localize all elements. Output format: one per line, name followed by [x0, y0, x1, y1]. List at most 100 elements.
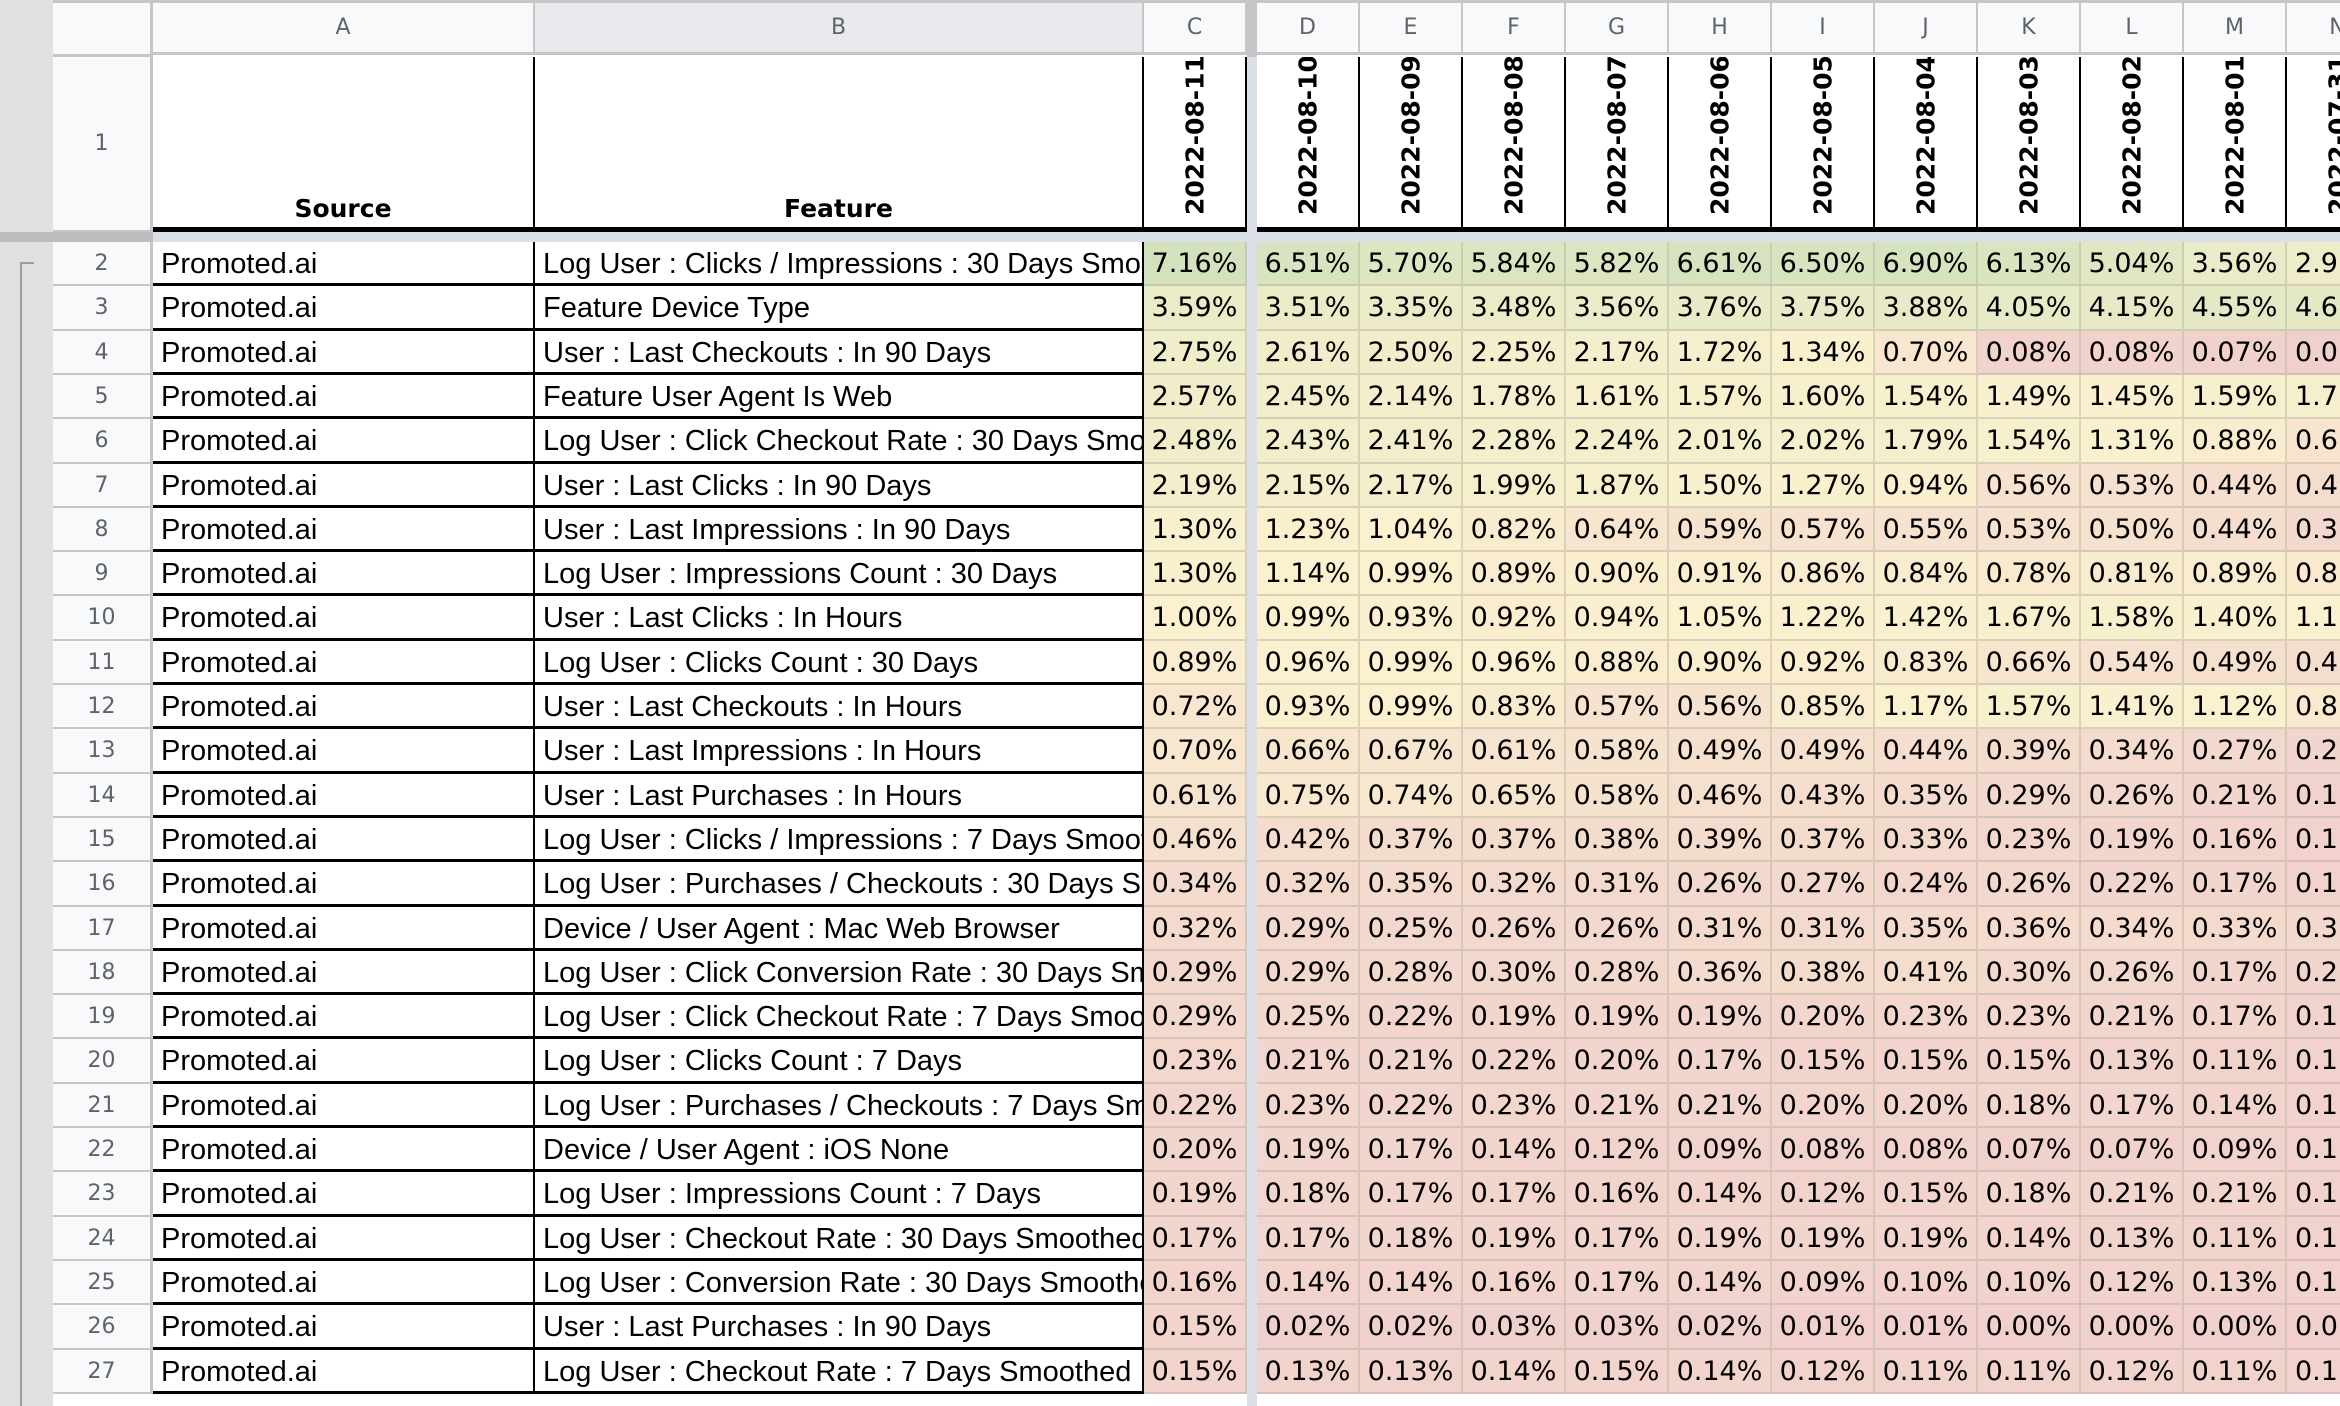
value-cell[interactable]: 0.92% [1772, 641, 1875, 685]
value-cell[interactable]: 0.34% [1144, 862, 1247, 907]
value-cell[interactable]: 6.61% [1669, 242, 1772, 286]
value-cell[interactable]: 0.54% [2081, 641, 2184, 685]
value-cell[interactable]: 0.23% [1463, 1084, 1566, 1128]
value-cell[interactable]: 0.00% [2081, 1305, 2184, 1350]
value-cell[interactable]: 0.92% [1463, 596, 1566, 641]
value-cell[interactable]: 0.17% [2184, 862, 2287, 907]
value-cell[interactable]: 1.60% [1772, 375, 1875, 419]
value-cell[interactable]: 0.75% [1257, 774, 1360, 818]
value-cell[interactable]: 0.70% [1144, 729, 1247, 774]
value-cell[interactable]: 1.87% [1566, 464, 1669, 508]
feature-cell[interactable]: Log User : Checkout Rate : 30 Days Smoot… [535, 1217, 1144, 1261]
value-cell[interactable]: 0.37% [1772, 818, 1875, 862]
value-cell[interactable]: 0.36% [1978, 907, 2081, 951]
value-cell[interactable]: 2.17% [1360, 464, 1463, 508]
value-cell[interactable]: 0.13% [2081, 1039, 2184, 1084]
value-cell[interactable]: 0.19% [1463, 995, 1566, 1039]
value-cell[interactable]: 0.50% [2081, 508, 2184, 552]
value-cell[interactable]: 4.15% [2081, 286, 2184, 331]
value-cell[interactable]: 0.11% [2184, 1350, 2287, 1394]
value-cell[interactable]: 0.41% [1875, 951, 1978, 995]
value-cell[interactable]: 0.44% [2184, 508, 2287, 552]
value-cell[interactable]: 0.29% [1257, 951, 1360, 995]
row-header[interactable]: 12 [53, 685, 153, 729]
value-cell[interactable]: 0.14% [1669, 1350, 1772, 1394]
value-cell[interactable]: 0.22% [1360, 995, 1463, 1039]
value-cell[interactable]: 0.38% [1566, 818, 1669, 862]
feature-cell[interactable]: User : Last Clicks : In Hours [535, 596, 1144, 641]
value-cell[interactable]: 0.26% [2081, 951, 2184, 995]
column-header-i[interactable]: I [1772, 0, 1875, 55]
value-cell[interactable]: 0.07% [1978, 1128, 2081, 1172]
value-cell[interactable]: 0.33% [1875, 818, 1978, 862]
row-header[interactable]: 8 [53, 508, 153, 552]
source-cell[interactable]: Promoted.ai [153, 1305, 535, 1350]
value-cell[interactable]: 0.14% [1978, 1217, 2081, 1261]
feature-cell[interactable]: Log User : Clicks / Impressions : 7 Days… [535, 818, 1144, 862]
value-cell[interactable]: 0.84% [1875, 552, 1978, 596]
value-cell[interactable]: 0.19% [1566, 995, 1669, 1039]
value-cell[interactable]: 5.04% [2081, 242, 2184, 286]
value-cell[interactable]: 1.54% [1875, 375, 1978, 419]
value-cell[interactable]: 0.13% [1257, 1350, 1360, 1394]
value-cell[interactable]: 0.32% [1144, 907, 1247, 951]
value-cell[interactable]: 2.57% [1144, 375, 1247, 419]
value-cell[interactable]: 0.26% [1566, 907, 1669, 951]
value-cell[interactable]: 0.22% [1360, 1084, 1463, 1128]
feature-cell[interactable]: User : Last Purchases : In Hours [535, 774, 1144, 818]
source-cell[interactable]: Promoted.ai [153, 242, 535, 286]
value-cell[interactable]: 0.14% [1257, 1261, 1360, 1305]
value-cell[interactable]: 0.57% [1772, 508, 1875, 552]
feature-cell[interactable]: User : Last Impressions : In Hours [535, 729, 1144, 774]
value-cell[interactable]: 2.45% [1257, 375, 1360, 419]
source-cell[interactable]: Promoted.ai [153, 729, 535, 774]
row-header[interactable]: 7 [53, 464, 153, 508]
source-cell[interactable]: Promoted.ai [153, 1350, 535, 1394]
value-cell[interactable]: 3.56% [1566, 286, 1669, 331]
column-header-k[interactable]: K [1978, 0, 2081, 55]
header-cell-date[interactable]: 2022-08-11 [1144, 57, 1247, 232]
value-cell[interactable]: 0.57% [1566, 685, 1669, 729]
row-header[interactable]: 16 [53, 862, 153, 907]
row-header[interactable]: 15 [53, 818, 153, 862]
value-cell[interactable]: 0.02% [1669, 1305, 1772, 1350]
value-cell[interactable]: 0.65% [1463, 774, 1566, 818]
value-cell[interactable]: 1.57% [1978, 685, 2081, 729]
value-cell[interactable]: 1.30% [1144, 508, 1247, 552]
value-cell[interactable]: 1.1 [2287, 596, 2340, 641]
value-cell[interactable]: 0.17% [1360, 1172, 1463, 1217]
row-header-1[interactable]: 1 [53, 57, 153, 232]
column-header-b[interactable]: B [535, 0, 1144, 55]
value-cell[interactable]: 1.78% [1463, 375, 1566, 419]
value-cell[interactable]: 0.19% [1257, 1128, 1360, 1172]
value-cell[interactable]: 1.57% [1669, 375, 1772, 419]
frozen-row-handle[interactable] [0, 232, 153, 242]
header-cell-date[interactable]: 2022-08-06 [1669, 57, 1772, 232]
value-cell[interactable]: 0.12% [1772, 1350, 1875, 1394]
feature-cell[interactable]: Log User : Checkout Rate : 7 Days Smooth… [535, 1350, 1144, 1394]
value-cell[interactable]: 1.72% [1669, 331, 1772, 375]
value-cell[interactable]: 0.19% [1772, 1217, 1875, 1261]
value-cell[interactable]: 0.15% [1566, 1350, 1669, 1394]
value-cell[interactable]: 0.56% [1978, 464, 2081, 508]
value-cell[interactable]: 0.15% [1875, 1172, 1978, 1217]
header-cell-date[interactable]: 2022-08-02 [2081, 57, 2184, 232]
value-cell[interactable]: 0.15% [1772, 1039, 1875, 1084]
value-cell[interactable]: 0.10% [1978, 1261, 2081, 1305]
value-cell[interactable]: 3.56% [2184, 242, 2287, 286]
value-cell[interactable]: 0.23% [1875, 995, 1978, 1039]
value-cell[interactable]: 0.13% [1360, 1350, 1463, 1394]
source-cell[interactable]: Promoted.ai [153, 818, 535, 862]
feature-cell[interactable]: User : Last Checkouts : In 90 Days [535, 331, 1144, 375]
source-cell[interactable]: Promoted.ai [153, 1084, 535, 1128]
header-cell-date[interactable]: 2022-08-08 [1463, 57, 1566, 232]
feature-cell[interactable]: Device / User Agent : iOS None [535, 1128, 1144, 1172]
value-cell[interactable]: 0.44% [1875, 729, 1978, 774]
value-cell[interactable]: 4.6 [2287, 286, 2340, 331]
value-cell[interactable]: 1.99% [1463, 464, 1566, 508]
value-cell[interactable]: 0.17% [1566, 1261, 1669, 1305]
value-cell[interactable]: 0.1 [2287, 1084, 2340, 1128]
value-cell[interactable]: 1.45% [2081, 375, 2184, 419]
value-cell[interactable]: 0.4 [2287, 641, 2340, 685]
value-cell[interactable]: 0.18% [1978, 1172, 2081, 1217]
